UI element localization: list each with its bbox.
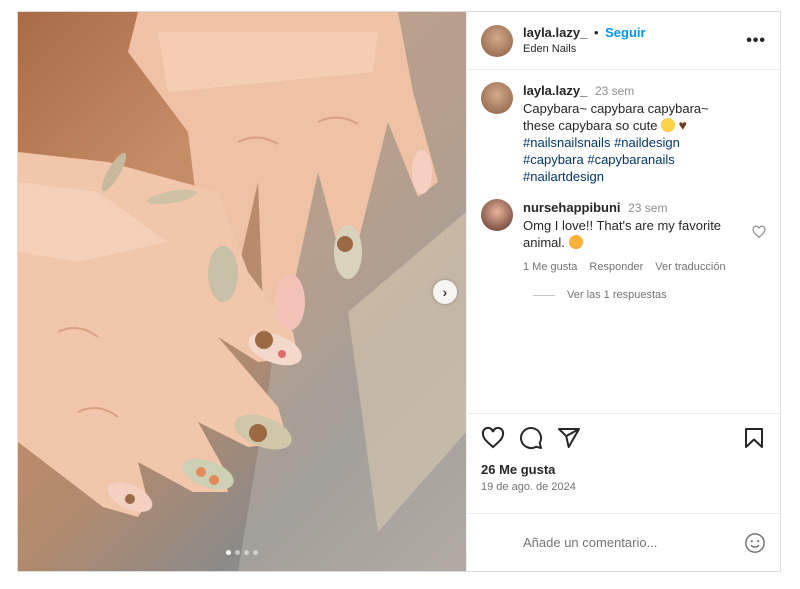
view-replies-button[interactable]: Ver las 1 respuestas bbox=[533, 289, 766, 301]
more-options-icon[interactable]: ••• bbox=[746, 32, 766, 50]
translate-button[interactable]: Ver traducción bbox=[655, 261, 725, 273]
replies-line bbox=[533, 294, 555, 296]
comment-meta: 1 Me gusta Responder Ver traducción bbox=[523, 261, 766, 273]
post-date[interactable]: 19 de ago. de 2024 bbox=[481, 481, 766, 493]
hashtag-link[interactable]: #naildesign bbox=[614, 135, 680, 150]
carousel-dot bbox=[253, 550, 258, 555]
comment-like-heart-icon[interactable] bbox=[752, 225, 766, 239]
hands-with-nails-image bbox=[18, 12, 466, 571]
hashtag-link[interactable]: #nailsnailsnails bbox=[523, 135, 610, 150]
comment-likes[interactable]: 1 Me gusta bbox=[523, 261, 577, 273]
heart-icon[interactable] bbox=[481, 426, 505, 450]
smiley-icon[interactable] bbox=[744, 532, 766, 554]
like-count[interactable]: 26 Me gusta bbox=[481, 462, 766, 477]
post-panel: layla.lazy_ • Seguir Eden Nails ••• layl… bbox=[466, 12, 780, 571]
commenter-username[interactable]: nursehappibuni bbox=[523, 200, 621, 215]
header-separator: • bbox=[593, 24, 599, 40]
add-comment-bar bbox=[467, 513, 780, 571]
hashtag-link[interactable]: #nailartdesign bbox=[523, 169, 604, 184]
comment-icon[interactable] bbox=[519, 426, 543, 450]
comment-text: Omg I love!! That's are my favorite anim… bbox=[523, 218, 722, 250]
post-photo[interactable]: › bbox=[18, 12, 466, 571]
carousel-dots bbox=[18, 550, 466, 555]
heart-eyes-emoji-icon bbox=[568, 235, 583, 249]
share-icon[interactable] bbox=[557, 426, 581, 450]
caption-time[interactable]: 23 sem bbox=[595, 84, 634, 98]
current-user-avatar bbox=[481, 526, 513, 559]
post-header: layla.lazy_ • Seguir Eden Nails ••• bbox=[467, 12, 780, 70]
bookmark-icon[interactable] bbox=[742, 426, 766, 450]
post-actions: 26 Me gusta 19 de ago. de 2024 bbox=[467, 413, 780, 513]
reply-button[interactable]: Responder bbox=[589, 261, 643, 273]
carousel-dot bbox=[226, 550, 231, 555]
view-replies-label: Ver las 1 respuestas bbox=[567, 289, 667, 301]
next-photo-button[interactable]: › bbox=[433, 280, 457, 304]
brown-heart-emoji-icon: ♥ bbox=[678, 117, 687, 133]
hashtag-link[interactable]: #capybaranails bbox=[587, 152, 674, 167]
caption-username[interactable]: layla.lazy_ bbox=[523, 83, 587, 98]
hashtag-link[interactable]: #capybara bbox=[523, 152, 584, 167]
caption: layla.lazy_ 23 sem Capybara~ capybara ca… bbox=[481, 82, 766, 185]
author-username[interactable]: layla.lazy_ bbox=[523, 25, 587, 40]
post-location[interactable]: Eden Nails bbox=[523, 41, 646, 57]
follow-button[interactable]: Seguir bbox=[605, 25, 645, 40]
grinning-face-emoji-icon bbox=[661, 118, 676, 132]
comment: nursehappibuni 23 sem Omg I love!! That'… bbox=[481, 199, 766, 251]
post-modal: › layla.lazy_ • Seguir Eden Nails ••• la… bbox=[17, 11, 781, 572]
carousel-dot bbox=[235, 550, 240, 555]
commenter-avatar[interactable] bbox=[481, 199, 513, 231]
caption-avatar[interactable] bbox=[481, 82, 513, 114]
carousel-dot bbox=[244, 550, 249, 555]
comment-time[interactable]: 23 sem bbox=[628, 201, 667, 215]
author-avatar[interactable] bbox=[481, 24, 513, 57]
comment-input[interactable] bbox=[523, 535, 744, 550]
comments-section: layla.lazy_ 23 sem Capybara~ capybara ca… bbox=[467, 70, 780, 413]
